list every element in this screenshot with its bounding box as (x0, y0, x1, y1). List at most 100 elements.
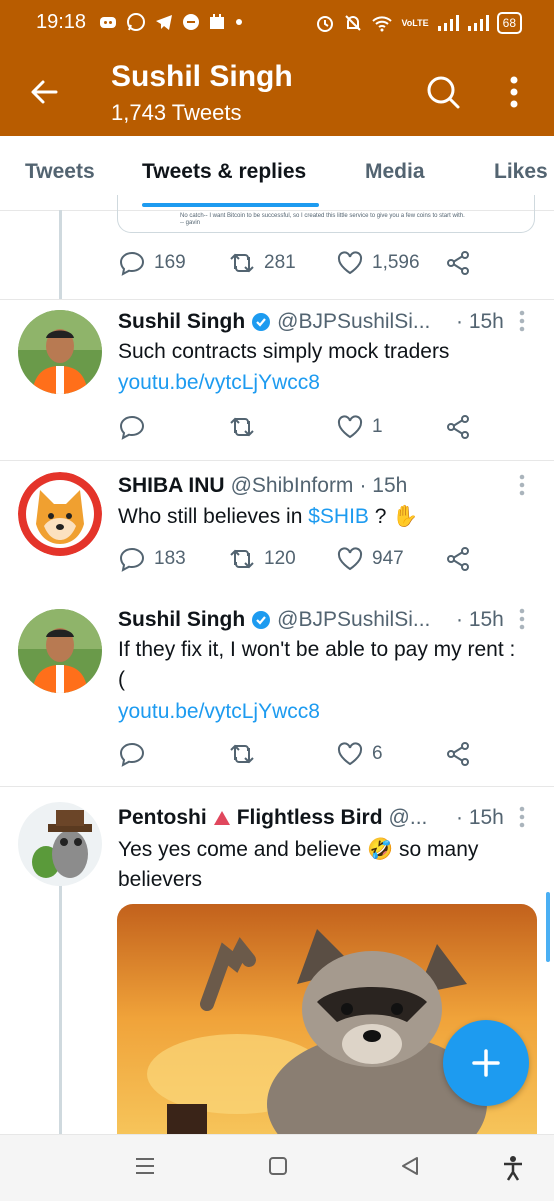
reply-button[interactable]: 169 (118, 250, 186, 276)
retweet-button[interactable]: 281 (228, 250, 296, 276)
author-name-suffix[interactable]: Flightless Bird (237, 806, 383, 830)
tweet-link[interactable]: youtu.be/vytcLjYwcc8 (118, 368, 518, 398)
mute-bell-icon (345, 15, 362, 31)
reply-count: 169 (154, 252, 186, 273)
battery-level: 68 (496, 12, 522, 34)
heart-icon (337, 742, 363, 766)
author-handle[interactable]: @ShibInform (231, 474, 354, 498)
divider (0, 460, 554, 461)
thread-line (59, 210, 62, 300)
like-count: 1 (372, 416, 383, 437)
compose-tweet-button[interactable] (443, 1020, 529, 1106)
back-button[interactable] (399, 1155, 421, 1182)
signal-icon-2 (467, 15, 489, 31)
heart-icon (337, 251, 363, 275)
back-triangle-icon (402, 1157, 418, 1175)
tweet-count: 1,743 Tweets (111, 100, 242, 125)
avatar[interactable] (18, 310, 102, 394)
plus-icon (472, 1049, 500, 1077)
tab-tweets-and-replies[interactable]: Tweets & replies (142, 160, 306, 184)
reply-button[interactable]: 183 (118, 546, 186, 572)
tweet-time: · 15h (456, 310, 504, 333)
reply-button[interactable] (118, 741, 154, 767)
scroll-indicator[interactable] (546, 892, 550, 962)
volte-label: VoLTE (401, 17, 429, 28)
cashtag-link[interactable]: $SHIB (308, 505, 369, 528)
accessibility-icon (504, 1156, 522, 1181)
like-button[interactable]: 1 (336, 414, 383, 440)
avatar[interactable] (18, 472, 102, 556)
avatar[interactable] (18, 609, 102, 693)
accessibility-button[interactable] (501, 1155, 525, 1186)
tweet-more-icon[interactable] (518, 608, 526, 630)
author-handle[interactable]: @BJPSushilSi... (277, 310, 430, 334)
share-button[interactable] (444, 546, 472, 572)
share-icon (447, 547, 469, 571)
tab-media[interactable]: Media (365, 160, 425, 184)
share-button[interactable] (444, 414, 472, 440)
link-preview-card[interactable]: No catch-- I want Bitcoin to be successf… (117, 195, 535, 233)
share-button[interactable] (444, 741, 472, 767)
heart-icon (337, 415, 363, 439)
author-name[interactable]: Sushil Singh (118, 310, 245, 334)
reply-count: 183 (154, 548, 186, 569)
tweet-more-icon[interactable] (518, 310, 526, 332)
notification-icons (98, 12, 244, 32)
whatsapp-icon (127, 13, 145, 31)
share-button[interactable] (444, 250, 472, 276)
tweet-link[interactable]: youtu.be/vytcLjYwcc8 (118, 697, 518, 727)
tweet-header: Sushil Singh @BJPSushilSi... · 15h (118, 310, 504, 334)
back-arrow-icon[interactable] (28, 76, 60, 108)
like-button[interactable]: 1,596 (336, 250, 420, 276)
profile-header: Sushil Singh 1,743 Tweets (0, 48, 554, 136)
like-button[interactable]: 947 (336, 546, 404, 572)
red-triangle-icon (213, 811, 230, 825)
tweet-time: · 15h (359, 474, 408, 497)
reply-button[interactable] (118, 414, 154, 440)
telegram-icon (156, 15, 172, 30)
retweet-button[interactable]: 120 (228, 546, 296, 572)
thread-line (59, 866, 62, 1134)
avatar[interactable] (18, 802, 102, 886)
retweet-icon (230, 417, 254, 437)
recent-apps-button[interactable] (134, 1155, 156, 1182)
author-name[interactable]: SHIBA INU (118, 474, 225, 498)
system-status-icons: VoLTE 68 (315, 12, 522, 34)
share-icon (447, 251, 469, 275)
like-count: 6 (372, 743, 383, 764)
author-handle[interactable]: @... (389, 806, 428, 830)
tweet-text: Yes yes come and believe 🤣 so many belie… (118, 838, 479, 891)
tweet-header: SHIBA INU @ShibInform · 15h (118, 474, 407, 498)
retweet-icon (230, 549, 254, 569)
tweet-text-part: Who still believes in (118, 505, 309, 528)
reply-icon (119, 742, 145, 767)
tweet-header: Pentoshi Flightless Bird @... · 15h (118, 806, 504, 830)
app-notification-icon (183, 14, 199, 30)
system-navigation-bar (0, 1134, 554, 1201)
author-name[interactable]: Sushil Singh (118, 608, 245, 632)
retweet-button[interactable] (228, 741, 264, 767)
tweet-more-icon[interactable] (518, 474, 526, 496)
retweet-button[interactable] (228, 414, 264, 440)
tab-tweets[interactable]: Tweets (25, 160, 95, 184)
tweet-time: · 15h (456, 806, 504, 829)
discord-icon (100, 17, 116, 28)
status-time: 19:18 (36, 11, 87, 33)
divider (0, 299, 554, 300)
menu-lines-icon (136, 1158, 154, 1174)
author-name[interactable]: Pentoshi (118, 806, 207, 830)
calendar-icon (210, 14, 224, 29)
retweet-count: 281 (264, 252, 296, 273)
tab-likes[interactable]: Likes (494, 160, 548, 184)
like-button[interactable]: 6 (336, 741, 383, 767)
divider (0, 786, 554, 787)
home-button[interactable] (267, 1155, 289, 1182)
profile-name: Sushil Singh (111, 60, 293, 93)
author-handle[interactable]: @BJPSushilSi... (277, 608, 430, 632)
wifi-icon (372, 16, 393, 32)
reply-icon (119, 547, 145, 572)
verified-badge-icon (252, 313, 271, 331)
more-vertical-icon[interactable] (504, 74, 524, 110)
search-icon[interactable] (425, 74, 461, 110)
tweet-more-icon[interactable] (518, 806, 526, 828)
